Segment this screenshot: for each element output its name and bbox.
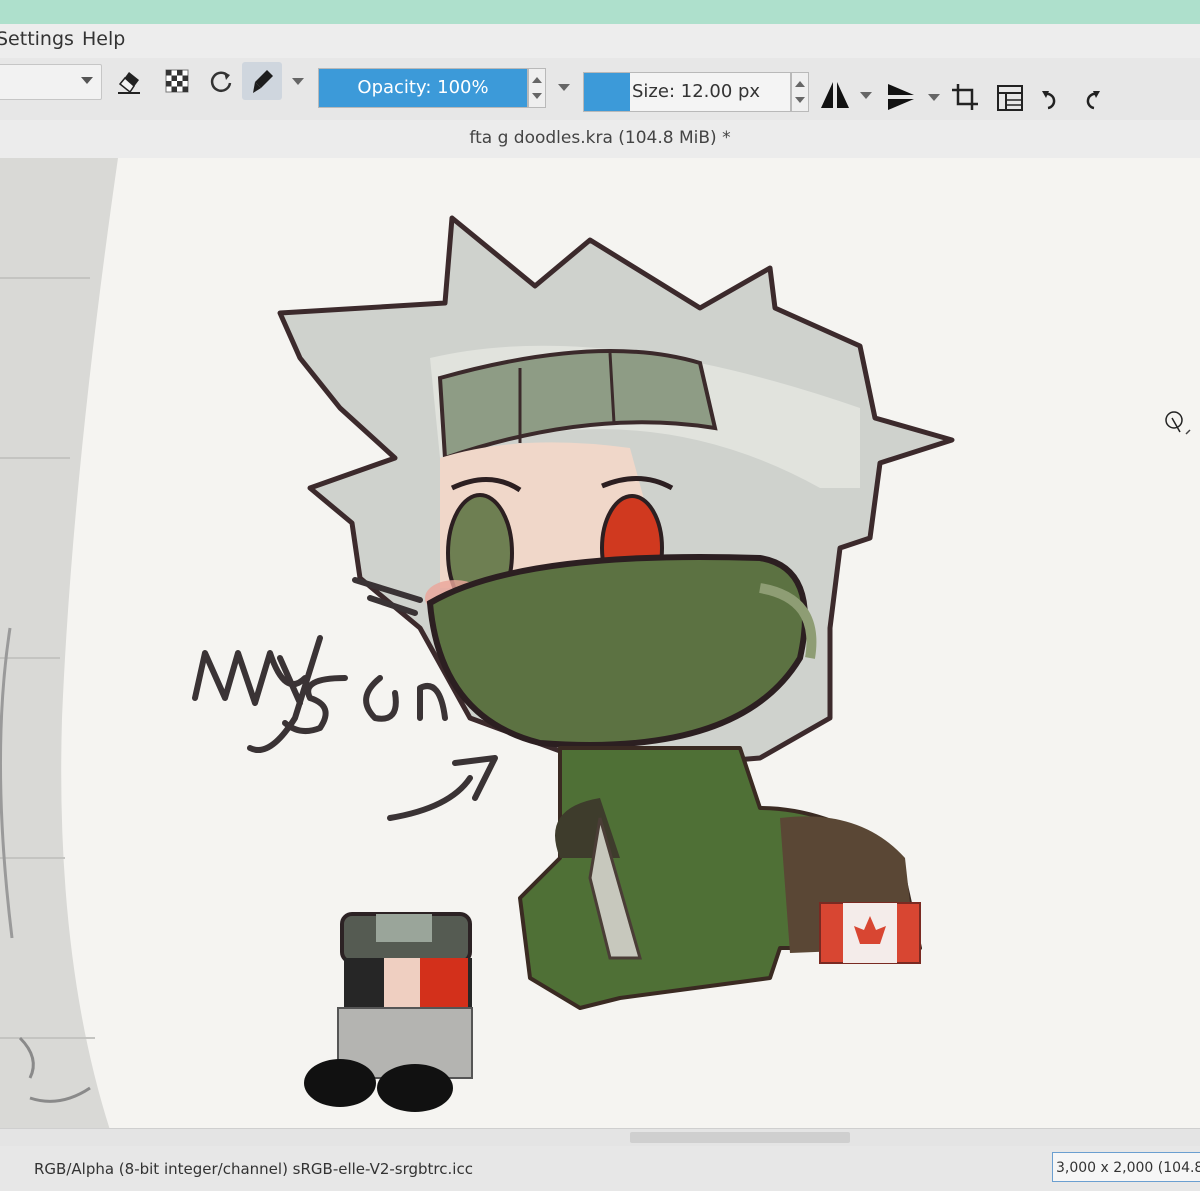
image-size-field[interactable]: 3,000 x 2,000 (104.8 (1052, 1152, 1200, 1182)
horizontal-scrollbar[interactable] (0, 1128, 1200, 1147)
brush-icon (253, 70, 273, 93)
document-title-bar: fta g doodles.kra (104.8 MiB) * (0, 120, 1200, 159)
size-slider-fill (584, 73, 630, 111)
chevron-down-icon[interactable] (928, 94, 940, 101)
brush-cursor-icon (1165, 411, 1191, 435)
chevron-down-icon[interactable] (558, 84, 570, 91)
chevron-down-icon (81, 77, 93, 84)
opacity-spinner[interactable] (528, 68, 546, 108)
menu-help[interactable]: Help (82, 28, 125, 50)
wrap-around-icon[interactable] (994, 82, 1026, 114)
brush-toolbar: Opacity: 100% Size: 12.00 px (0, 58, 1200, 121)
size-slider[interactable]: Size: 12.00 px (583, 72, 791, 112)
color-profile-label: RGB/Alpha (8-bit integer/channel) sRGB-e… (34, 1160, 473, 1178)
top-screen-strip (0, 0, 1200, 24)
chevron-down-icon[interactable] (860, 92, 872, 99)
reload-preset-icon[interactable] (206, 66, 236, 96)
document-title: fta g doodles.kra (104.8 MiB) * (469, 128, 731, 148)
scrollbar-thumb[interactable] (630, 1132, 850, 1143)
size-spinner[interactable] (791, 72, 809, 112)
mirror-horizontal-icon[interactable] (818, 78, 852, 112)
status-bar: RGB/Alpha (8-bit integer/channel) sRGB-e… (0, 1146, 1200, 1191)
opacity-slider[interactable]: Opacity: 100% (318, 68, 528, 108)
redo-icon[interactable] (1076, 86, 1104, 114)
chevron-down-icon[interactable] (292, 78, 304, 85)
menu-bar: Settings Help (0, 24, 1200, 58)
crop-icon[interactable] (950, 82, 982, 114)
drawing-canvas[interactable]: my son (0, 158, 1200, 1130)
undo-icon[interactable] (1038, 86, 1066, 114)
menu-settings[interactable]: Settings (0, 28, 74, 50)
blending-mode-combo[interactable] (0, 64, 102, 100)
brush-preset-button[interactable] (242, 62, 282, 100)
artwork: my son (0, 158, 1200, 1130)
size-label: Size: 12.00 px (632, 81, 761, 102)
opacity-label: Opacity: 100% (357, 77, 489, 98)
mirror-vertical-icon[interactable] (884, 80, 918, 114)
eraser-icon[interactable] (114, 66, 144, 96)
alpha-checker-icon[interactable] (162, 66, 192, 96)
